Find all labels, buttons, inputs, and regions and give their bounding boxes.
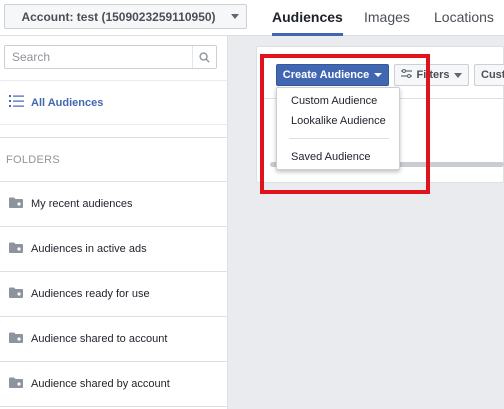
sidebar-item-audiences-in-active-ads[interactable]: Audiences in active ads	[0, 227, 227, 272]
chevron-down-icon	[453, 72, 462, 78]
sidebar-item-audience-shared-by-account[interactable]: Audience shared by account	[0, 362, 227, 407]
folder-label: My recent audiences	[31, 198, 133, 210]
folders-heading-label: FOLDERS	[6, 153, 61, 166]
customize-button[interactable]: Cust	[474, 64, 504, 86]
highlight-box	[260, 54, 430, 194]
sidebar: Search All Audiences FOLDERS My recent a…	[0, 36, 228, 409]
folder-label: Audiences in active ads	[31, 243, 147, 255]
top-bar: Account: test (1509023259110950) Audienc…	[0, 0, 504, 36]
search-icon[interactable]	[192, 46, 216, 68]
tab-audiences[interactable]: Audiences	[272, 0, 343, 36]
search-input[interactable]: Search	[4, 45, 217, 69]
tab-locations[interactable]: Locations	[434, 0, 494, 36]
folder-label: Audiences ready for use	[31, 288, 150, 300]
account-selector[interactable]: Account: test (1509023259110950)	[4, 4, 247, 29]
account-label: Account: test (1509023259110950)	[21, 9, 216, 24]
chevron-down-icon	[224, 5, 246, 28]
folder-icon	[9, 332, 24, 346]
folder-icon	[9, 242, 24, 256]
sidebar-item-audiences-ready-for-use[interactable]: Audiences ready for use	[0, 272, 227, 317]
folder-label: Audience shared by account	[31, 378, 170, 390]
folders-heading: FOLDERS	[0, 137, 227, 182]
sidebar-item-all-audiences[interactable]: All Audiences	[0, 80, 227, 125]
sidebar-item-label: All Audiences	[31, 96, 104, 109]
folder-label: Audience shared to account	[31, 333, 168, 345]
list-icon	[9, 95, 25, 110]
folder-icon	[9, 197, 24, 211]
search-placeholder: Search	[12, 50, 51, 64]
sidebar-item-my-recent-audiences[interactable]: My recent audiences	[0, 182, 227, 227]
tab-images[interactable]: Images	[364, 0, 410, 36]
folder-icon	[9, 287, 24, 301]
sidebar-item-audience-shared-to-account[interactable]: Audience shared to account	[0, 317, 227, 362]
folder-icon	[9, 377, 24, 391]
